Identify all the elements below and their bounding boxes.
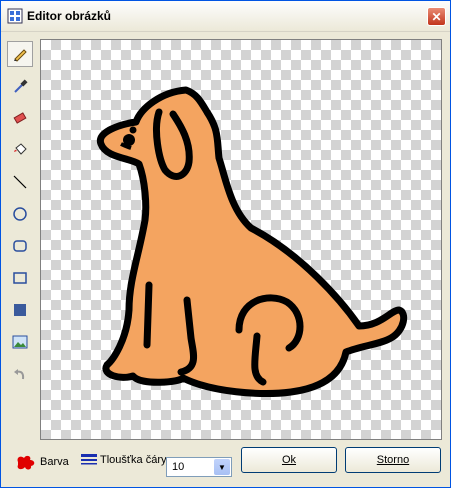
close-icon: ✕ bbox=[431, 9, 442, 24]
filled-rectangle-icon bbox=[14, 304, 26, 316]
dog-drawing bbox=[96, 86, 408, 397]
line-width-label: Tloušťka čáry bbox=[100, 454, 167, 466]
undo-icon bbox=[14, 369, 25, 380]
image-icon bbox=[12, 335, 28, 349]
rounded-rectangle-icon bbox=[13, 240, 27, 252]
filled-rectangle-tool[interactable] bbox=[7, 297, 33, 323]
eraser-icon bbox=[13, 112, 27, 124]
line-icon bbox=[13, 175, 27, 189]
undo-tool[interactable] bbox=[7, 361, 33, 387]
line-width-picker[interactable]: Tloušťka čáry bbox=[81, 453, 166, 467]
color-splash-icon bbox=[17, 455, 35, 470]
ok-button[interactable]: Ok bbox=[241, 447, 337, 473]
window-title: Editor obrázků bbox=[27, 9, 112, 23]
ellipse-tool[interactable] bbox=[7, 201, 33, 227]
image-editor-window: Editor obrázků ✕ Barva Tloušťka čáry 10 … bbox=[0, 0, 451, 488]
ok-label: Ok bbox=[281, 454, 297, 466]
title-bar: Editor obrázků ✕ bbox=[1, 1, 450, 32]
chevron-down-icon[interactable]: ▼ bbox=[214, 459, 230, 475]
rectangle-tool[interactable] bbox=[7, 265, 33, 291]
line-width-value: 10 bbox=[172, 461, 185, 473]
color-label: Barva bbox=[40, 456, 69, 468]
close-button[interactable]: ✕ bbox=[427, 7, 446, 26]
eyedropper-icon bbox=[14, 79, 28, 93]
pencil-tool[interactable] bbox=[7, 41, 33, 67]
rectangle-icon bbox=[13, 272, 27, 284]
cancel-button[interactable]: Storno bbox=[345, 447, 441, 473]
eyedropper-tool[interactable] bbox=[7, 73, 33, 99]
fill-tool[interactable] bbox=[7, 137, 33, 163]
eraser-tool[interactable] bbox=[7, 105, 33, 131]
rounded-rectangle-tool[interactable] bbox=[7, 233, 33, 259]
ellipse-icon bbox=[13, 207, 27, 221]
drawing-canvas[interactable] bbox=[40, 39, 442, 440]
color-picker[interactable]: Barva bbox=[15, 453, 69, 471]
bottom-bar: Barva Tloušťka čáry 10 ▼ Ok Storno bbox=[1, 443, 450, 483]
tool-palette bbox=[5, 39, 35, 389]
fill-bucket-icon bbox=[14, 143, 27, 155]
pencil-icon bbox=[14, 49, 27, 62]
app-icon bbox=[7, 8, 23, 24]
line-width-select[interactable]: 10 ▼ bbox=[166, 457, 232, 477]
image-tool[interactable] bbox=[7, 329, 33, 355]
line-tool[interactable] bbox=[7, 169, 33, 195]
line-width-icon bbox=[81, 454, 97, 465]
cancel-label: Storno bbox=[376, 454, 410, 466]
